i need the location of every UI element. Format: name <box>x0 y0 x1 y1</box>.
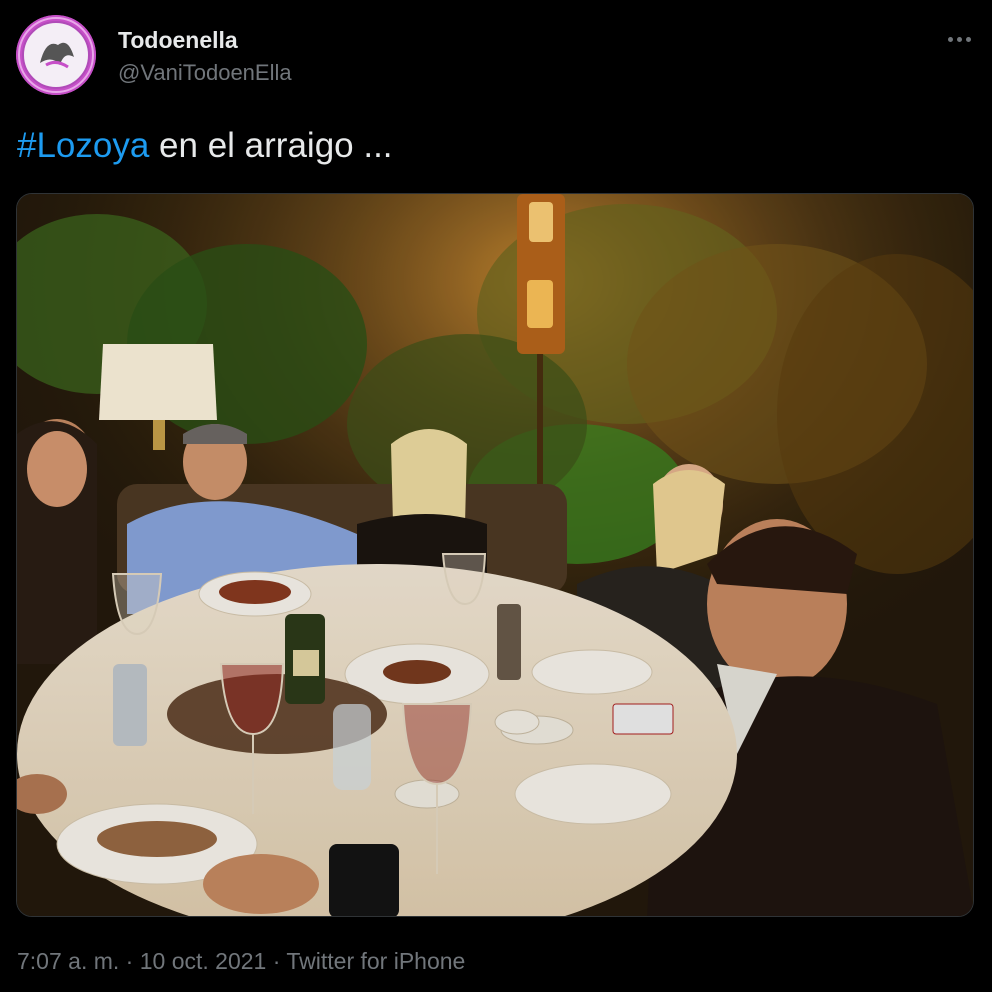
more-dot <box>966 37 971 42</box>
author-display-name[interactable]: Todoenella <box>118 27 238 54</box>
author-handle[interactable]: @VaniTodoenElla <box>118 60 292 86</box>
tweet-date[interactable]: 10 oct. 2021 <box>140 948 267 974</box>
tweet-body-text: en el arraigo ... <box>149 126 393 165</box>
tweet-time[interactable]: 7:07 a. m. <box>17 948 119 974</box>
photo-restaurant-dinner <box>17 194 973 916</box>
more-dot <box>957 37 962 42</box>
avatar-image <box>16 15 96 95</box>
tweet-photo[interactable] <box>16 193 974 917</box>
more-options-button[interactable] <box>940 25 980 53</box>
separator-dot: · <box>266 948 287 974</box>
tweet: Todoenella @VaniTodoenElla #Lozoya en el… <box>0 0 992 992</box>
author-avatar[interactable] <box>16 15 96 95</box>
tweet-text: #Lozoya en el arraigo ... <box>17 126 393 166</box>
more-horizontal-icon <box>948 37 953 42</box>
tweet-source[interactable]: Twitter for iPhone <box>286 948 465 974</box>
tweet-metadata: 7:07 a. m. · 10 oct. 2021 · Twitter for … <box>17 948 465 975</box>
separator-dot: · <box>119 948 140 974</box>
hashtag-link[interactable]: #Lozoya <box>17 126 149 165</box>
